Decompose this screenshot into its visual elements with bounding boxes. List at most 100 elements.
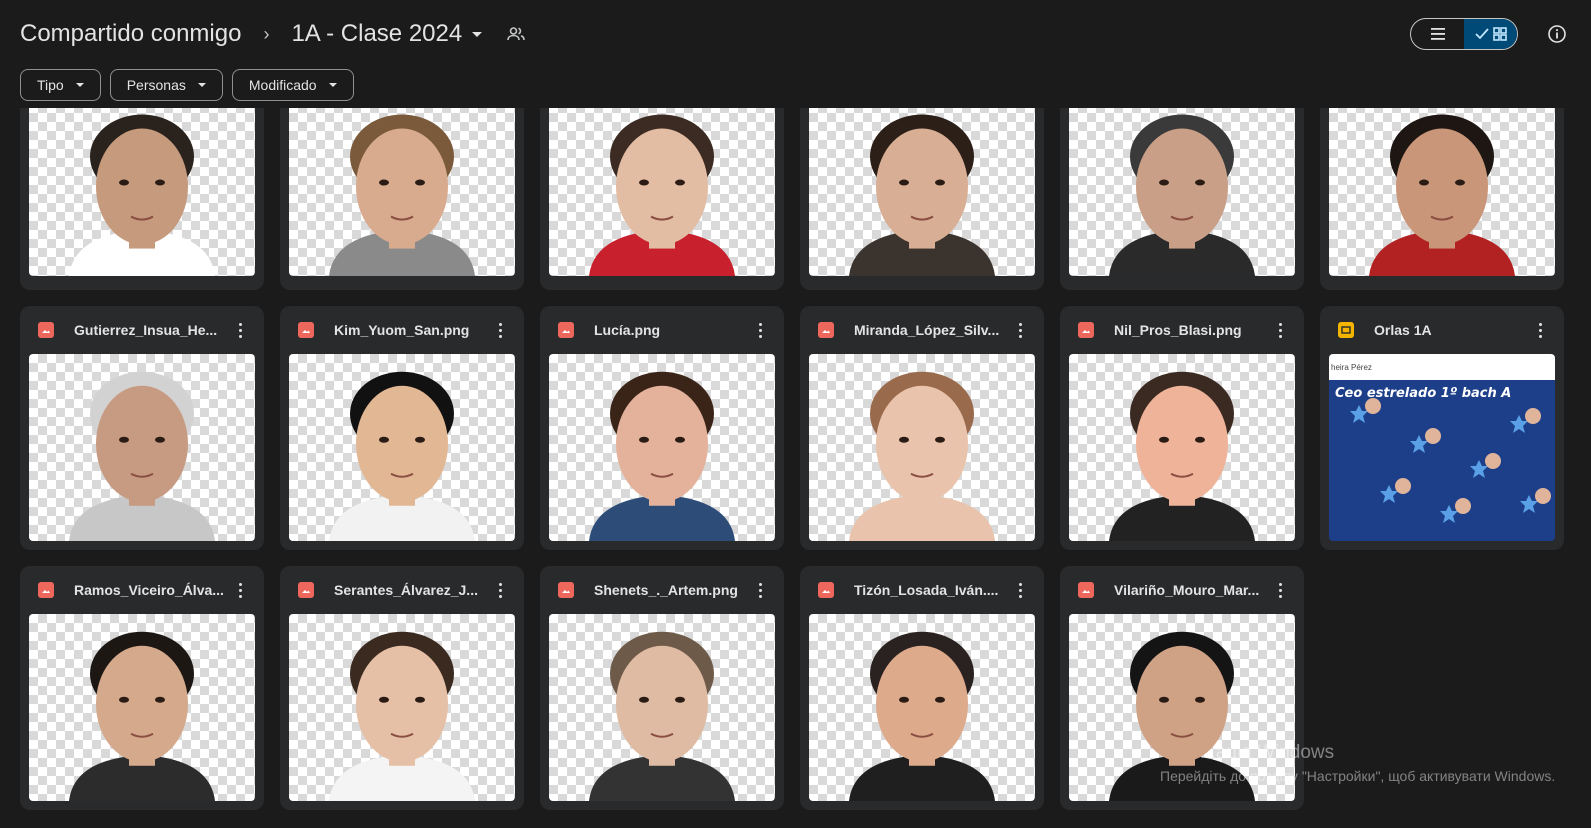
image-file-card[interactable]: Ramos_Viceiro_Álva... [20, 566, 264, 810]
image-thumbnail [289, 104, 515, 276]
portrait-silhouette [589, 114, 735, 276]
card-header: Orlas 1A [1320, 306, 1564, 354]
card-header: Nil_Pros_Blasi.png [1060, 306, 1304, 354]
portrait-silhouette [69, 114, 215, 276]
chevron-down-icon [472, 31, 483, 37]
grid-view-icon [1492, 27, 1507, 41]
file-name: Nil_Pros_Blasi.png [1114, 322, 1242, 338]
list-view-button[interactable] [1411, 19, 1464, 49]
more-vertical-icon[interactable] [1268, 318, 1292, 342]
card-header: Lucía.png [540, 306, 784, 354]
portrait-silhouette [69, 371, 215, 541]
image-file-card[interactable]: Miranda_López_Silv... [800, 306, 1044, 550]
file-name: Serantes_Álvarez_J... [334, 582, 478, 598]
file-name: Miranda_López_Silv... [854, 322, 1000, 338]
image-file-card[interactable]: Kim_Yuom_San.png [280, 306, 524, 550]
card-header: Serantes_Álvarez_J... [280, 566, 524, 614]
more-vertical-icon[interactable] [488, 318, 512, 342]
portrait-silhouette [1109, 371, 1255, 541]
image-file-icon [38, 582, 54, 598]
image-file-card[interactable]: Shenets_._Artem.png [540, 566, 784, 810]
card-header: Gutierrez_Insua_He... [20, 306, 264, 354]
image-file-card[interactable]: Nil_Pros_Blasi.png [1060, 306, 1304, 550]
image-thumbnail [809, 104, 1035, 276]
breadcrumb-root[interactable]: Compartido conmigo [20, 20, 241, 48]
filter-label: Modificado [248, 77, 317, 93]
slides-thumbnail: heira Pérez Ceo estrelado 1º bach A [1329, 354, 1555, 541]
image-file-card[interactable]: Tizón_Losada_Iván.... [800, 566, 1044, 810]
image-file-icon [1078, 582, 1094, 598]
filter-modified-chip[interactable]: Modificado [231, 69, 354, 101]
more-vertical-icon[interactable] [1528, 318, 1552, 342]
filter-people-chip[interactable]: Personas [109, 69, 223, 101]
card-header: Shenets_._Artem.png [540, 566, 784, 614]
watermark-subtitle: Перейдіть до розділу "Настройки", щоб ак… [1160, 768, 1556, 784]
image-file-icon [298, 322, 314, 338]
slides-file-icon [1338, 322, 1354, 338]
current-folder-title: 1A - Clase 2024 [291, 20, 463, 47]
image-file-icon [818, 322, 834, 338]
filter-bar: Tipo Personas Modificado [20, 69, 354, 101]
file-name: Vilariño_Mouro_Mar... [1114, 582, 1260, 598]
portrait-silhouette [1369, 114, 1515, 276]
portrait-silhouette [1109, 114, 1255, 276]
grid-view-button[interactable] [1464, 19, 1517, 49]
portrait-silhouette [589, 631, 735, 801]
file-name: Orlas 1A [1374, 322, 1432, 338]
image-file-card[interactable]: Serantes_Álvarez_J... [280, 566, 524, 810]
image-thumbnail [1069, 354, 1295, 541]
card-header: Vilariño_Mouro_Mar... [1060, 566, 1304, 614]
more-vertical-icon[interactable] [1008, 318, 1032, 342]
image-thumbnail [29, 104, 255, 276]
chevron-down-icon [75, 83, 84, 87]
image-thumbnail [809, 354, 1035, 541]
image-thumbnail [29, 354, 255, 541]
file-name: Gutierrez_Insua_He... [74, 322, 218, 338]
chevron-down-icon [328, 83, 337, 87]
image-file-icon [818, 582, 834, 598]
filter-type-chip[interactable]: Tipo [20, 69, 101, 101]
portrait-silhouette [849, 114, 995, 276]
info-button[interactable] [1547, 24, 1567, 44]
image-thumbnail [549, 354, 775, 541]
slides-file-card[interactable]: Orlas 1A heira Pérez Ceo estrelado 1º bach… [1320, 306, 1564, 550]
image-thumbnail [1329, 104, 1555, 276]
view-toggle [1410, 18, 1518, 50]
more-vertical-icon[interactable] [1268, 578, 1292, 602]
image-thumbnail [29, 614, 255, 801]
file-name: Lucía.png [594, 322, 661, 338]
more-vertical-icon[interactable] [228, 578, 252, 602]
image-file-icon [1078, 322, 1094, 338]
image-thumbnail [809, 614, 1035, 801]
image-file-card[interactable]: Lucía.png [540, 306, 784, 550]
portrait-silhouette [329, 631, 475, 801]
chevron-down-icon [197, 83, 206, 87]
more-vertical-icon[interactable] [748, 578, 772, 602]
image-thumbnail [1069, 104, 1295, 276]
more-vertical-icon[interactable] [748, 318, 772, 342]
top-bar: Compartido conmigo › 1A - Clase 2024 Tip… [0, 0, 1591, 108]
more-vertical-icon[interactable] [488, 578, 512, 602]
image-file-icon [38, 322, 54, 338]
image-file-icon [558, 322, 574, 338]
file-name: Ramos_Viceiro_Álva... [74, 582, 224, 598]
check-icon [1474, 28, 1489, 40]
portrait-silhouette [329, 114, 475, 276]
more-vertical-icon[interactable] [228, 318, 252, 342]
more-vertical-icon[interactable] [1008, 578, 1032, 602]
file-name: Kim_Yuom_San.png [334, 322, 470, 338]
card-header: Tizón_Losada_Iván.... [800, 566, 1044, 614]
image-file-icon [558, 582, 574, 598]
image-file-card[interactable]: Gutierrez_Insua_He... [20, 306, 264, 550]
file-name: Shenets_._Artem.png [594, 582, 738, 598]
current-folder-button[interactable]: 1A - Clase 2024 [287, 18, 486, 50]
shared-people-icon[interactable] [506, 24, 526, 44]
list-view-icon [1430, 28, 1445, 40]
portrait-silhouette [849, 631, 995, 801]
breadcrumb: Compartido conmigo › 1A - Clase 2024 [20, 16, 526, 52]
file-name: Tizón_Losada_Iván.... [854, 582, 999, 598]
filter-label: Tipo [37, 77, 64, 93]
card-header: Miranda_López_Silv... [800, 306, 1044, 354]
breadcrumb-separator: › [263, 23, 270, 44]
windows-activation-watermark: ...ація Windows Перейдіть до розділу "На… [1160, 742, 1555, 784]
